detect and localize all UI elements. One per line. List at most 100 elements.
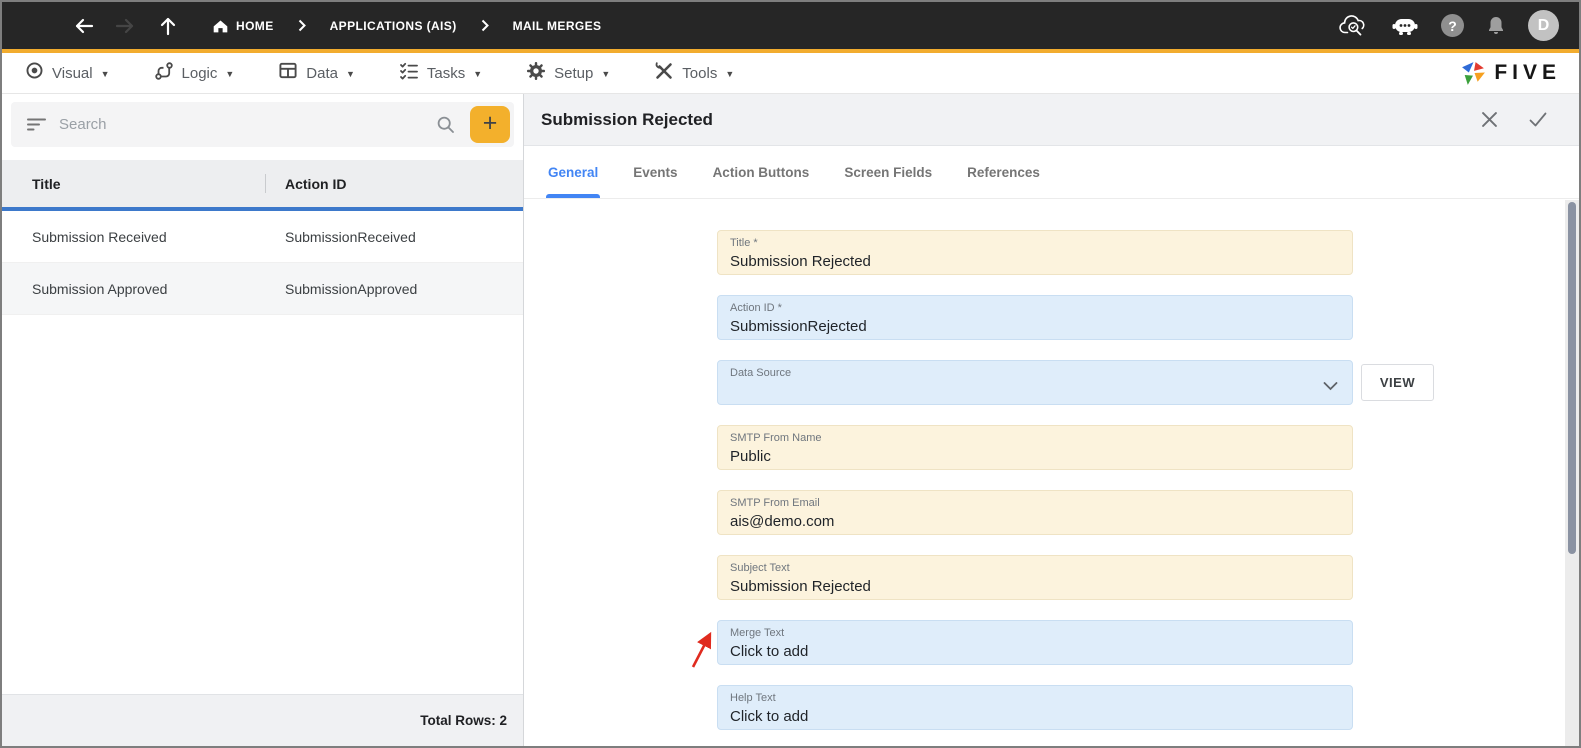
field-label: SMTP From Email (730, 497, 820, 509)
caret-down-icon: ▼ (345, 68, 355, 79)
field-value: Submission Rejected (730, 253, 871, 270)
annotation-arrow-icon (688, 631, 714, 676)
up-icon[interactable] (159, 16, 177, 36)
menu-tools[interactable]: Tools ▼ (654, 61, 734, 86)
table-row[interactable]: Submission Approved SubmissionApproved (2, 263, 523, 315)
tab-general[interactable]: General (545, 146, 601, 198)
cloud-search-icon[interactable] (1339, 14, 1369, 37)
field-help-text[interactable]: Help Text Click to add (717, 685, 1353, 730)
breadcrumb-applications[interactable]: APPLICATIONS (AIS) (330, 19, 457, 33)
nav-left-group: HOME APPLICATIONS (AIS) MAIL MERGES (2, 16, 601, 36)
filter-icon[interactable] (27, 117, 46, 132)
chevron-down-icon[interactable] (1323, 378, 1338, 396)
menu-setup[interactable]: Setup ▼ (526, 61, 610, 86)
column-header-action-id[interactable]: Action ID (265, 176, 523, 192)
tab-action-buttons[interactable]: Action Buttons (713, 146, 810, 198)
hamburger-icon[interactable] (26, 18, 48, 34)
tab-events[interactable]: Events (633, 146, 677, 198)
nav-right-group: ? D (1339, 10, 1559, 41)
field-value: SubmissionRejected (730, 318, 867, 335)
close-icon[interactable] (1480, 110, 1499, 129)
app-window: HOME APPLICATIONS (AIS) MAIL MERGES ? D … (0, 0, 1581, 748)
caret-down-icon: ▼ (473, 68, 483, 79)
record-detail-panel: Submission Rejected General Events Actio… (524, 94, 1579, 746)
setup-icon (526, 61, 546, 86)
field-label: Data Source (730, 367, 792, 379)
field-label: Action ID * (730, 302, 782, 314)
chevron-right-icon (481, 19, 489, 32)
home-icon[interactable] (212, 18, 229, 34)
table-footer: Total Rows: 2 (2, 694, 523, 746)
tab-references[interactable]: References (967, 146, 1040, 198)
field-label: Title * (730, 237, 758, 249)
search-input[interactable] (59, 116, 436, 133)
search-box[interactable]: + (11, 102, 514, 147)
menu-visual[interactable]: Visual ▼ (25, 61, 110, 85)
back-icon[interactable] (73, 16, 95, 36)
field-value: Submission Rejected (730, 578, 871, 595)
search-icon[interactable] (436, 115, 456, 135)
menu-data[interactable]: Data ▼ (278, 61, 355, 85)
data-icon (278, 61, 298, 85)
table-row[interactable]: Submission Received SubmissionReceived (2, 211, 523, 263)
column-header-title[interactable]: Title (2, 176, 265, 192)
field-label: Subject Text (730, 562, 790, 574)
menu-data-label: Data (306, 64, 338, 82)
breadcrumb-mail-merges[interactable]: MAIL MERGES (513, 19, 602, 33)
menu-tools-label: Tools (682, 64, 718, 82)
five-logo: FIVE (1460, 60, 1561, 87)
tasks-icon (399, 61, 419, 86)
forward-icon[interactable] (114, 16, 136, 36)
record-header: Submission Rejected (524, 94, 1579, 146)
scrollbar-thumb[interactable] (1568, 202, 1576, 554)
cell-title: Submission Approved (32, 280, 168, 297)
menu-logic[interactable]: Logic ▼ (154, 61, 234, 86)
field-data-source[interactable]: Data Source (717, 360, 1353, 405)
field-value: Public (730, 448, 771, 465)
form-content: Title * Submission Rejected Action ID * … (524, 199, 1579, 746)
avatar[interactable]: D (1528, 10, 1559, 41)
breadcrumb-home[interactable]: HOME (236, 19, 274, 33)
help-icon[interactable]: ? (1441, 14, 1464, 37)
field-label: Help Text (730, 692, 776, 704)
visual-icon (25, 61, 44, 85)
menu-bar: Visual ▼ Logic ▼ Data ▼ Tasks ▼ Setup ▼ … (2, 53, 1579, 94)
tab-screen-fields[interactable]: Screen Fields (844, 146, 932, 198)
field-action-id[interactable]: Action ID * SubmissionRejected (717, 295, 1353, 340)
field-label: SMTP From Name (730, 432, 822, 444)
tools-icon (654, 61, 674, 86)
record-actions (1480, 110, 1549, 129)
scrollbar-track[interactable] (1565, 200, 1579, 746)
menu-logic-label: Logic (181, 64, 218, 82)
menu-visual-label: Visual (52, 64, 93, 82)
field-smtp-from-name[interactable]: SMTP From Name Public (717, 425, 1353, 470)
caret-down-icon: ▼ (100, 68, 110, 79)
five-logo-text: FIVE (1494, 61, 1561, 84)
tab-bar: General Events Action Buttons Screen Fie… (524, 146, 1579, 199)
table-header: Title Action ID (2, 160, 523, 207)
assistant-icon[interactable] (1391, 15, 1419, 37)
column-divider (265, 174, 266, 193)
add-record-button[interactable]: + (470, 106, 510, 143)
field-title[interactable]: Title * Submission Rejected (717, 230, 1353, 275)
field-value: ais@demo.com (730, 513, 835, 530)
field-merge-text[interactable]: Merge Text Click to add (717, 620, 1353, 665)
save-check-icon[interactable] (1527, 110, 1549, 129)
view-button[interactable]: VIEW (1361, 364, 1434, 401)
field-label: Merge Text (730, 627, 785, 639)
record-title: Submission Rejected (541, 109, 713, 129)
top-navbar: HOME APPLICATIONS (AIS) MAIL MERGES ? D (2, 2, 1579, 49)
search-area: + (2, 94, 523, 147)
field-smtp-from-email[interactable]: SMTP From Email ais@demo.com (717, 490, 1353, 535)
chevron-right-icon (298, 19, 306, 32)
total-rows-label: Total Rows: 2 (420, 713, 507, 728)
logic-icon (154, 61, 174, 86)
menu-tasks[interactable]: Tasks ▼ (399, 61, 482, 86)
notifications-icon[interactable] (1486, 15, 1506, 36)
caret-down-icon: ▼ (725, 68, 735, 79)
field-value: Click to add (730, 643, 809, 660)
data-source-row: Data Source VIEW (717, 360, 1579, 405)
mail-merge-list-panel: + Title Action ID Submission Received Su… (2, 94, 524, 746)
caret-down-icon: ▼ (601, 68, 611, 79)
field-subject-text[interactable]: Subject Text Submission Rejected (717, 555, 1353, 600)
